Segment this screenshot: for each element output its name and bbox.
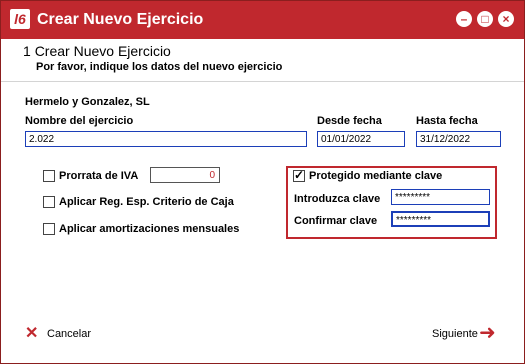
criterio-caja-label: Aplicar Reg. Esp. Criterio de Caja [59,196,234,208]
maximize-icon[interactable]: □ [477,11,493,27]
confirm-password-input[interactable]: ********* [391,211,490,227]
protect-checkbox[interactable] [293,168,305,182]
criterio-caja-checkbox[interactable] [43,196,55,208]
step-title-text: Crear Nuevo Ejercicio [34,43,171,59]
confirm-password-label: Confirmar clave [294,215,378,227]
minimize-icon[interactable]: – [456,11,472,27]
cancel-button[interactable]: Cancelar [47,327,91,341]
nombre-input[interactable]: 2.022 [25,131,307,147]
amortizaciones-checkbox[interactable] [43,223,55,235]
close-icon[interactable]: × [498,11,514,27]
prorrata-checkbox[interactable] [43,170,55,182]
window-title: Crear Nuevo Ejercicio [37,11,204,28]
title-bar[interactable]: l6 Crear Nuevo Ejercicio – □ × [1,1,524,39]
protect-label: Protegido mediante clave [309,170,443,182]
hasta-label: Hasta fecha [416,115,478,127]
desde-label: Desde fecha [317,115,382,127]
prorrata-label: Prorrata de IVA [59,170,139,182]
desde-input[interactable]: 01/01/2022 [317,131,405,147]
next-button[interactable]: Siguiente [432,327,478,341]
step-header: 1 Crear Nuevo Ejercicio Por favor, indiq… [1,39,524,82]
arrow-right-icon[interactable]: ➜ [479,323,499,343]
enter-password-input[interactable]: ********* [391,189,490,205]
company-name: Hermelo y Gonzalez, SL [25,96,150,108]
enter-password-label: Introduzca clave [294,193,381,205]
dialog-window: l6 Crear Nuevo Ejercicio – □ × 1 Crear N… [0,0,525,364]
step-number: 1 [23,43,31,59]
nombre-label: Nombre del ejercicio [25,115,134,127]
prorrata-input[interactable]: 0 [150,167,220,183]
app-logo-icon: l6 [10,9,30,29]
step-subtitle: Por favor, indique los datos del nuevo e… [36,61,283,73]
step-title: 1 Crear Nuevo Ejercicio [23,42,171,60]
amortizaciones-label: Aplicar amortizaciones mensuales [59,223,240,235]
hasta-input[interactable]: 31/12/2022 [416,131,501,147]
cancel-x-icon[interactable]: ✕ [25,326,43,342]
